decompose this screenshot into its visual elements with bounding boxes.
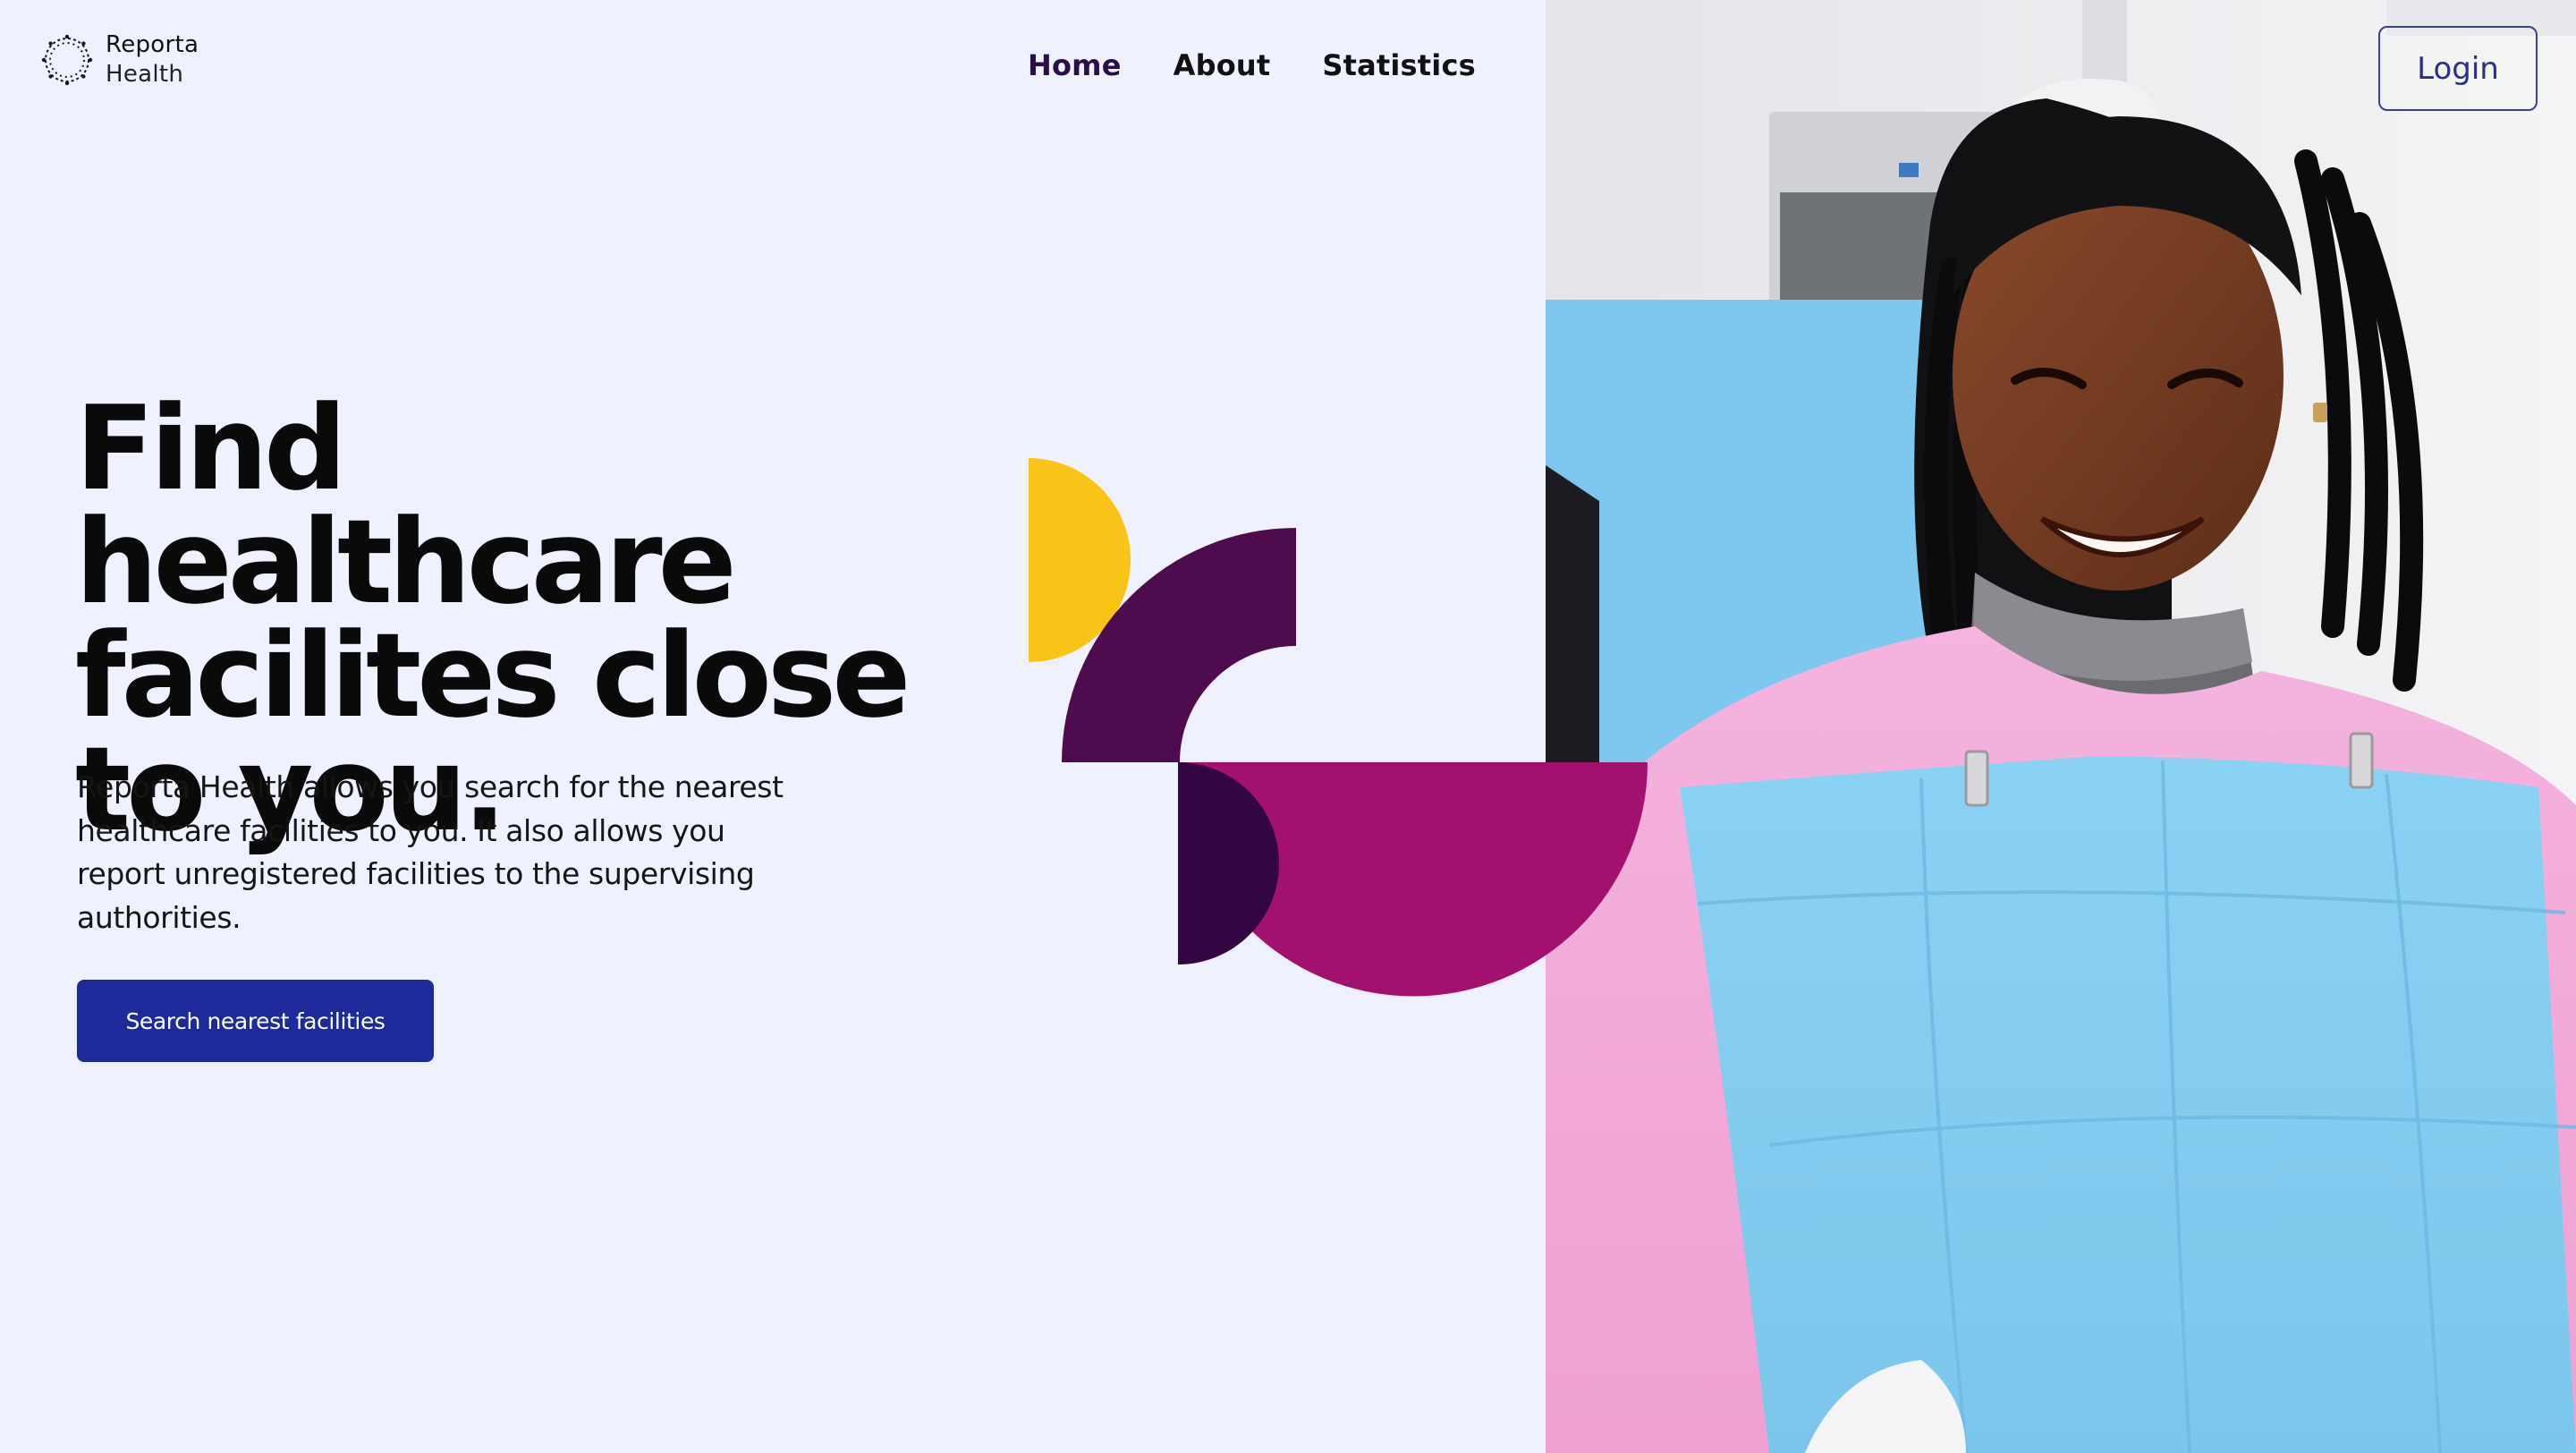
login-button[interactable]: Login [2378, 26, 2538, 111]
brand-logo[interactable]: Reporta Health [39, 30, 199, 89]
nav-item-about[interactable]: About [1174, 48, 1271, 82]
decorative-shapes [1029, 458, 1648, 997]
nav-item-statistics[interactable]: Statistics [1322, 48, 1476, 82]
brand-name: Reporta Health [106, 30, 199, 89]
hero-description: Reporta Health allows you search for the… [77, 769, 784, 935]
search-nearest-facilities-button[interactable]: Search nearest facilities [77, 980, 434, 1062]
landing-page: Reporta Health Home About Statistics Fin… [0, 0, 2576, 1453]
nav-item-home[interactable]: Home [1028, 48, 1122, 82]
hero-photo [1546, 0, 2576, 1453]
brand-name-line1: Reporta [106, 31, 199, 58]
brand-name-line2: Health [106, 61, 184, 88]
patient-photo-illustration [1546, 0, 2576, 1453]
main-nav: Home About Statistics [1028, 48, 1476, 82]
logo-icon [41, 34, 93, 86]
